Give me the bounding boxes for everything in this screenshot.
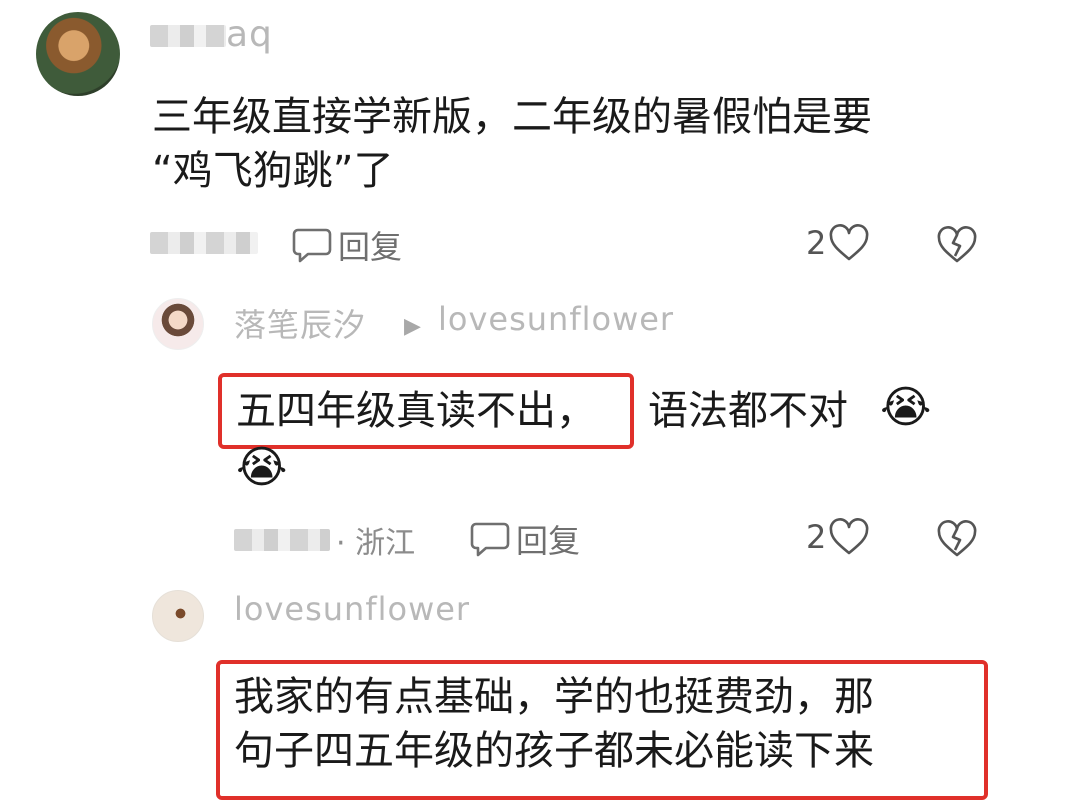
like-group-2[interactable]: 2 — [806, 518, 870, 556]
blurred-timestamp — [150, 232, 258, 254]
blurred-timestamp — [234, 529, 330, 551]
comment-bubble-icon — [292, 226, 332, 264]
username-1[interactable]: aq — [150, 14, 273, 55]
comment-meta-1 — [150, 232, 258, 254]
broken-heart-icon — [936, 226, 978, 264]
reply-to-arrow-icon: ▶ — [404, 314, 421, 339]
location: · 浙江 — [336, 526, 416, 561]
comment-text-2-boxed: 五四年级真读不出， — [236, 388, 596, 434]
blurred-name — [150, 25, 226, 47]
like-count: 2 — [806, 518, 827, 556]
username-3[interactable]: lovesunflower — [234, 590, 470, 628]
comment-bubble-icon — [470, 520, 510, 558]
dislike-button-2[interactable] — [936, 520, 978, 558]
avatar-user1[interactable] — [36, 12, 120, 96]
crying-emoji-icon: 😭 — [880, 382, 932, 433]
heart-icon — [828, 224, 870, 262]
username-2[interactable]: 落笔辰汐 — [234, 300, 366, 346]
like-group-1[interactable]: 2 — [806, 224, 870, 262]
comment-meta-2: · 浙江 — [234, 518, 415, 562]
broken-heart-icon — [936, 520, 978, 558]
reply-button-2[interactable]: 回复 — [470, 516, 580, 562]
comment-text-2-rest: 语法都不对 — [648, 388, 848, 434]
reply-to-username[interactable]: lovesunflower — [438, 300, 674, 338]
heart-icon — [828, 518, 870, 556]
avatar-user2[interactable] — [152, 298, 204, 350]
dislike-button-1[interactable] — [936, 226, 978, 264]
crying-emoji-icon: 😭 — [236, 442, 288, 493]
like-count: 2 — [806, 224, 827, 262]
comment-text-3: 我家的有点基础，学的也挺费劲，那 句子四五年级的孩子都未必能读下来 — [234, 674, 874, 774]
reply-button-1[interactable]: 回复 — [292, 222, 402, 268]
comment-text-1: 三年级直接学新版，二年级的暑假怕是要 “鸡飞狗跳”了 — [152, 94, 872, 194]
avatar-user3[interactable] — [152, 590, 204, 642]
